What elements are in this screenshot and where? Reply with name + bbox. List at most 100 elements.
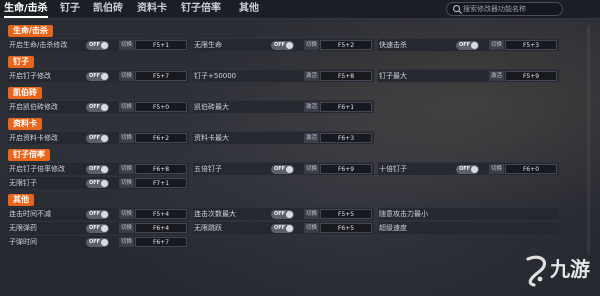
cheat-label: 凯伯砖最大 [194, 103, 229, 111]
hotkey-mode: 切换 [119, 209, 135, 219]
hotkey-field[interactable]: F5+3 [505, 40, 557, 50]
section-header: 凯伯砖 [8, 87, 42, 99]
toggle-switch[interactable]: OFF [271, 210, 294, 219]
cheat-row: 凯伯砖最大 激活 F6+1 [193, 100, 374, 113]
toggle-switch[interactable]: OFF [456, 41, 479, 50]
cheat-item: 开启凯伯砖修改 OFF 切换 F5+0 [8, 101, 192, 114]
toggle-knob [101, 180, 108, 187]
hotkey-field[interactable]: F5+9 [505, 71, 557, 81]
cheat-label: 无限弹药 [9, 224, 37, 232]
hotkey-field[interactable]: F6+9 [320, 164, 372, 174]
hotkey-field[interactable]: F5+0 [135, 102, 187, 112]
cheat-item: 随意攻击力最小 [378, 208, 562, 221]
hotkey-mode: 切换 [304, 164, 320, 174]
hotkey-field[interactable]: F5+5 [320, 209, 372, 219]
cheat-label: 钉子+50000 [194, 72, 237, 80]
hotkey-field[interactable]: F5+2 [320, 40, 372, 50]
toggle-switch[interactable]: OFF [86, 210, 109, 219]
cheat-label: 无限跳跃 [194, 224, 222, 232]
hotkey-field[interactable]: F6+0 [505, 164, 557, 174]
toggle-knob [471, 166, 478, 173]
hotkey-field[interactable]: F6+4 [135, 223, 187, 233]
hotkey-field[interactable]: F6+7 [135, 237, 187, 247]
toggle-switch[interactable]: OFF [271, 41, 294, 50]
toggle-switch[interactable]: OFF [86, 41, 109, 50]
hotkey-field[interactable]: F5+7 [135, 71, 187, 81]
cheat-label: 钉子最大 [379, 72, 407, 80]
toggle-switch[interactable]: OFF [271, 165, 294, 174]
toggle-knob [101, 239, 108, 246]
hotkey-field[interactable]: F6+2 [135, 133, 187, 143]
hotkey-field[interactable]: F6+5 [320, 223, 372, 233]
tab-life-kill[interactable]: 生命/击杀 [4, 0, 48, 19]
cheat-row: 十倍钉子 OFF 切换 F6+0 [378, 162, 559, 175]
hotkey-mode: 切换 [119, 40, 135, 50]
toggle-knob [101, 225, 108, 232]
hotkey-field[interactable]: F5+8 [320, 71, 372, 81]
hotkey-mode: 切换 [304, 40, 320, 50]
tab-nail-multiplier[interactable]: 钉子倍率 [181, 0, 221, 19]
cheat-row: 开启凯伯砖修改 OFF 切换 F5+0 [8, 100, 189, 113]
cheat-label: 开启资料卡修改 [9, 134, 58, 142]
cheat-label: 快速击杀 [379, 41, 407, 49]
hotkey-mode: 切换 [119, 102, 135, 112]
cheat-item: 凯伯砖最大 激活 F6+1 [193, 101, 377, 114]
toggle-switch[interactable]: OFF [86, 134, 109, 143]
search-input[interactable] [463, 3, 561, 15]
hotkey-mode: 激活 [304, 71, 320, 81]
hotkey-field[interactable]: F6+3 [320, 133, 372, 143]
cheat-item: 无限跳跃 OFF 切换 F6+5 [193, 222, 377, 235]
cheat-label: 开启生命/击杀修改 [9, 41, 68, 49]
toggle-switch[interactable]: OFF [271, 224, 294, 233]
cheat-item: 开启生命/击杀修改 OFF 切换 F5+1 [8, 39, 192, 52]
toggle-switch[interactable]: OFF [86, 179, 109, 188]
cheat-label: 开启钉子倍率修改 [9, 165, 65, 173]
toggle-state: OFF [274, 42, 286, 48]
hotkey-field[interactable]: F5+4 [135, 209, 187, 219]
cheat-row: 无限跳跃 OFF 切换 F6+5 [193, 221, 374, 234]
toggle-state: OFF [89, 239, 101, 245]
section-header: 钉子倍率 [8, 149, 50, 161]
toggle-switch[interactable]: OFF [86, 72, 109, 81]
hotkey-field[interactable]: F6+1 [320, 102, 372, 112]
scrollbar[interactable] [587, 25, 590, 255]
cheat-row: 连击次数最大 OFF 切换 F5+5 [193, 207, 374, 220]
cheat-label: 开启钉子修改 [9, 72, 51, 80]
toggle-switch[interactable]: OFF [86, 224, 109, 233]
search-box[interactable] [446, 2, 563, 16]
cheat-label: 开启凯伯砖修改 [9, 103, 58, 111]
cheat-item: 无限钉子 OFF 切换 F7+1 [8, 177, 192, 190]
toggle-knob [286, 225, 293, 232]
hotkey-mode: 切换 [119, 71, 135, 81]
toggle-switch[interactable]: OFF [86, 103, 109, 112]
toggle-state: OFF [459, 42, 471, 48]
toggle-switch[interactable]: OFF [86, 238, 109, 247]
cheat-item: 开启钉子修改 OFF 切换 F5+7 [8, 70, 192, 83]
tab-nails[interactable]: 钉子 [60, 0, 80, 19]
cheat-row: 钉子最大 激活 F5+9 [378, 69, 559, 82]
hotkey-field[interactable]: F6+8 [135, 164, 187, 174]
toggle-knob [471, 42, 478, 49]
toggle-knob [101, 166, 108, 173]
hotkey-field[interactable]: F5+1 [135, 40, 187, 50]
cheat-row: 随意攻击力最小 [378, 207, 559, 220]
hotkey-mode: 切换 [489, 164, 505, 174]
hotkey-mode: 切换 [119, 178, 135, 188]
tab-kyber-brick[interactable]: 凯伯砖 [93, 0, 123, 19]
hotkey-field[interactable]: F7+1 [135, 178, 187, 188]
toggle-state: OFF [89, 225, 101, 231]
tab-data-card[interactable]: 资料卡 [137, 0, 167, 19]
toggle-state: OFF [89, 211, 101, 217]
toggle-state: OFF [274, 166, 286, 172]
cheat-label: 子弹时间 [9, 238, 37, 246]
cheat-label: 连击时间不减 [9, 210, 51, 218]
tab-other[interactable]: 其他 [239, 0, 259, 19]
cheat-row: 开启钉子倍率修改 OFF 切换 F6+8 [8, 162, 189, 175]
toggle-state: OFF [89, 180, 101, 186]
cheat-label: 超级速度 [379, 224, 407, 232]
section-header: 其他 [8, 194, 34, 206]
cheat-row: 开启生命/击杀修改 OFF 切换 F5+1 [8, 38, 189, 51]
cheat-label: 连击次数最大 [194, 210, 236, 218]
toggle-switch[interactable]: OFF [86, 165, 109, 174]
toggle-switch[interactable]: OFF [456, 165, 479, 174]
